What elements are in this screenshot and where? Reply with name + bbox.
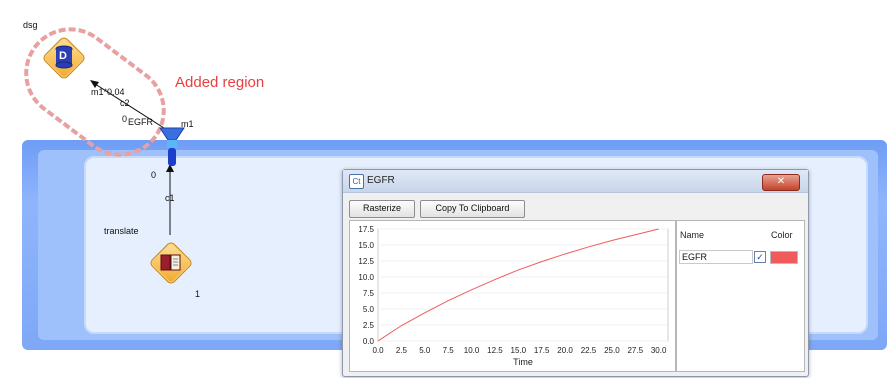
dialog-titlebar[interactable]: Ct EGFR ✕ — [343, 170, 808, 193]
translate-label: translate — [104, 226, 139, 236]
y-tick-label: 5.0 — [363, 305, 375, 314]
chart-plot-frame — [377, 228, 669, 342]
x-tick-label: 25.0 — [604, 346, 620, 355]
x-tick-label: 30.0 — [651, 346, 667, 355]
y-tick-label: 17.5 — [358, 225, 374, 234]
dsg-node-glyph: D — [59, 50, 67, 62]
y-tick-label: 15.0 — [358, 241, 374, 250]
stoich-label-c2: c2 — [120, 98, 130, 108]
stoich-label-zero-bottom: 0 — [151, 170, 157, 180]
legend-color-header: Color — [771, 230, 793, 240]
y-tick-label: 12.5 — [358, 257, 374, 266]
x-tick-label: 10.0 — [464, 346, 480, 355]
x-tick-label: 22.5 — [581, 346, 597, 355]
rasterize-button[interactable]: Rasterize — [349, 200, 415, 218]
app-icon: Ct — [349, 174, 364, 189]
y-tick-label: 0.0 — [363, 337, 375, 346]
rate-label: m1*0.04 — [91, 87, 125, 97]
copy-to-clipboard-button[interactable]: Copy To Clipboard — [420, 200, 525, 218]
legend-panel: Name Color EGFR ✓ — [676, 220, 805, 372]
added-region-annotation: Added region — [175, 74, 265, 91]
legend-item-name: EGFR — [679, 250, 753, 264]
x-tick-label: 27.5 — [627, 346, 643, 355]
membrane-species-node[interactable] — [158, 126, 186, 168]
x-tick-label: 0.0 — [372, 346, 384, 355]
x-tick-label: 17.5 — [534, 346, 550, 355]
dialog-title: EGFR — [367, 175, 395, 186]
dsg-label: dsg — [23, 20, 38, 30]
x-tick-label: 15.0 — [511, 346, 527, 355]
line-chart: 0.0 2.5 5.0 7.5 10.0 12.5 15.0 17.5 0.0 2.5 5.0 7.5… — [358, 225, 669, 367]
species-label-egfr: EGFR — [128, 117, 154, 127]
plot-area[interactable]: 0.0 2.5 5.0 7.5 10.0 12.5 15.0 17.5 0.0 2.5 5.0 7.5… — [349, 220, 676, 372]
x-axis-label: Time — [513, 357, 533, 367]
stoich-label-zero-top: 0 — [122, 114, 128, 124]
x-tick-label: 20.0 — [557, 346, 573, 355]
legend-item-color-swatch[interactable] — [770, 251, 798, 264]
close-button[interactable]: ✕ — [762, 174, 800, 191]
x-tick-label: 2.5 — [396, 346, 408, 355]
y-tick-label: 7.5 — [363, 289, 375, 298]
x-tick-label: 7.5 — [443, 346, 455, 355]
reaction-book-icon — [160, 254, 181, 271]
y-tick-label: 10.0 — [358, 273, 374, 282]
x-tick-label: 12.5 — [487, 346, 503, 355]
plot-dialog[interactable]: Ct EGFR ✕ Rasterize Copy To Clipboard 0.… — [342, 169, 809, 377]
x-tick-label: 5.0 — [419, 346, 431, 355]
stoich-label-one: 1 — [195, 289, 201, 299]
legend-name-header: Name — [680, 230, 705, 240]
legend-item-visible-checkbox[interactable]: ✓ — [754, 251, 766, 263]
y-tick-label: 2.5 — [363, 321, 375, 330]
stoich-label-c1: c1 — [165, 193, 175, 203]
